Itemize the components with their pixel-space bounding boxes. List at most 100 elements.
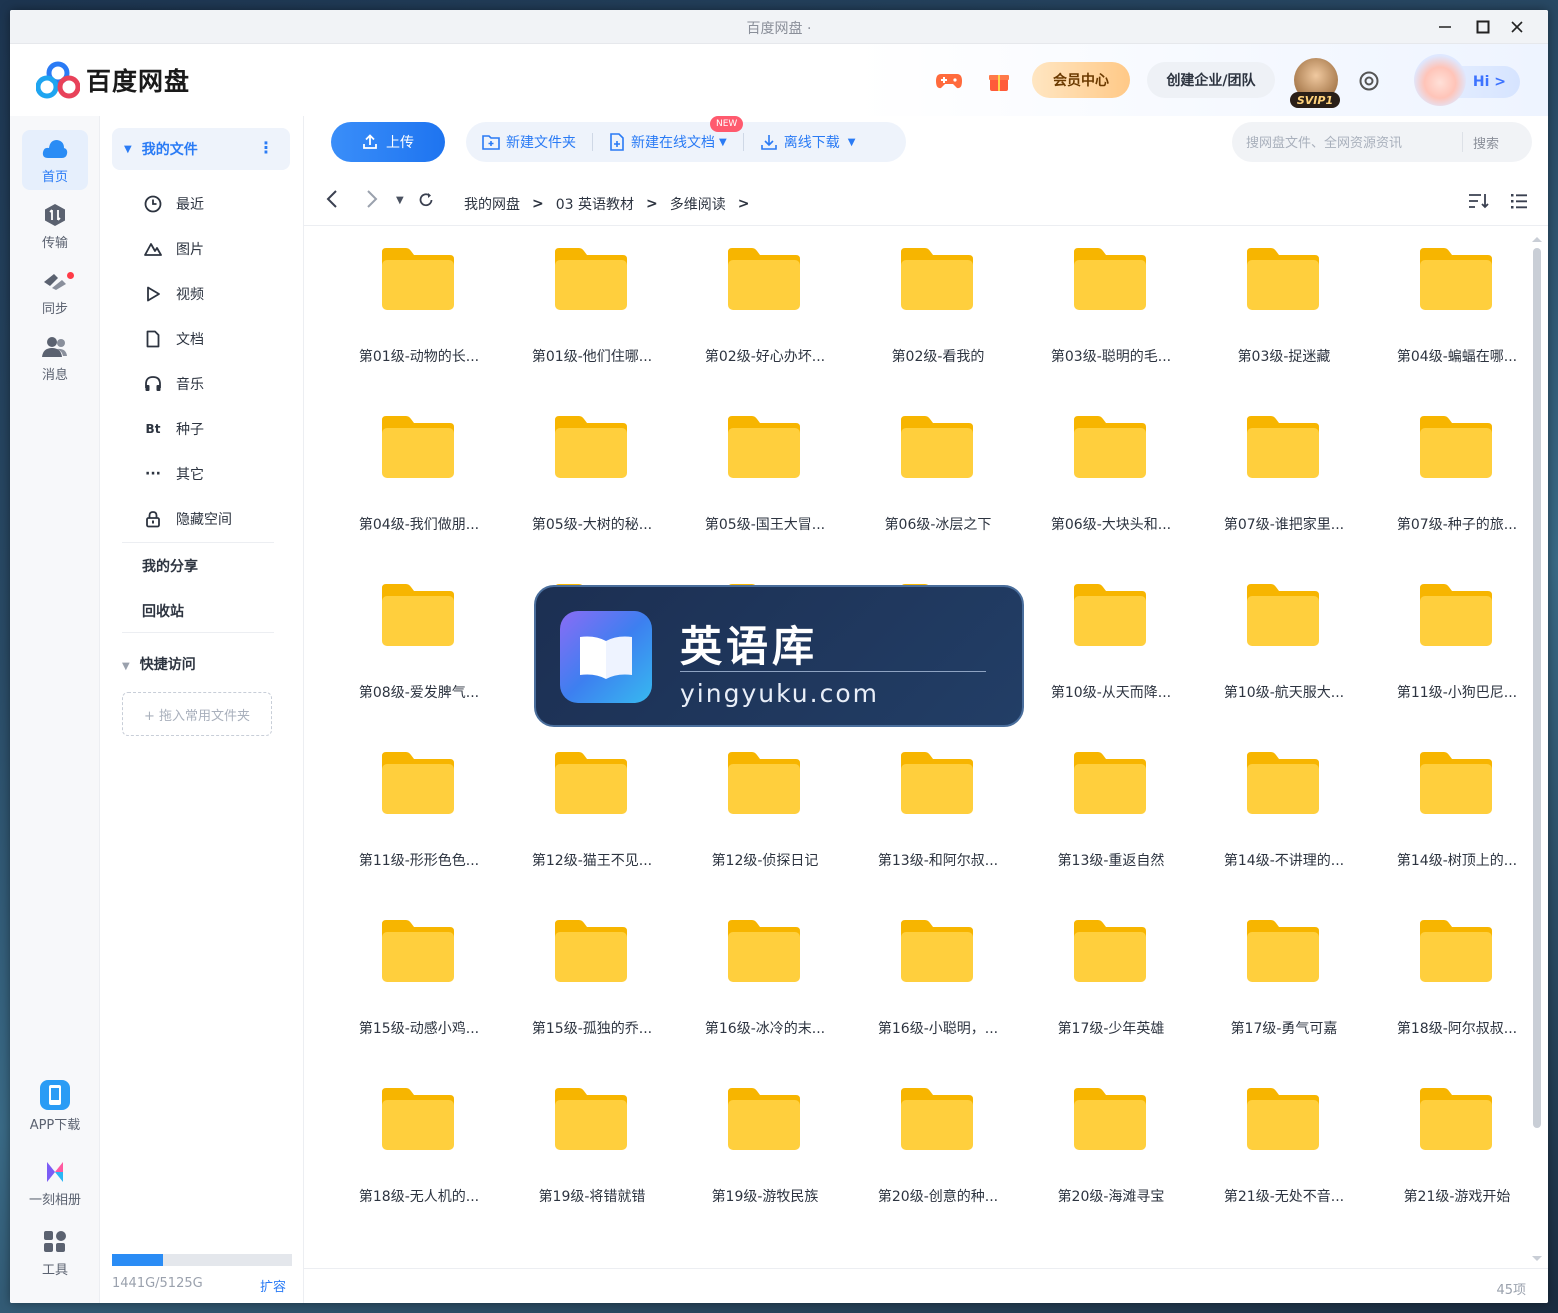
folder-item[interactable]: 第03级-聪明的毛... [1032,246,1205,414]
folder-name: 第14级-不讲理的... [1223,853,1345,869]
breadcrumb-chevron-icon[interactable]: > [738,196,750,212]
folder-item[interactable]: 第19级-游牧民族 [686,1086,859,1254]
folder-item[interactable]: 第14级-树顶上的... [1378,750,1548,918]
vip-center-button[interactable]: 会员中心 [1032,62,1130,98]
maximize-button[interactable] [1472,16,1494,38]
scrollbar-thumb[interactable] [1533,248,1541,1128]
sidebar-recycle-bin[interactable]: 回收站 [142,601,184,621]
nav-messages[interactable]: 消息 [22,328,88,388]
folder-icon [1247,416,1319,478]
sidebar-item-music[interactable]: 音乐 [112,364,290,404]
kebab-menu-icon[interactable]: ⋮ [258,138,274,157]
sort-icon[interactable] [1468,192,1490,214]
folder-item[interactable]: 第07级-种子的旅... [1378,414,1548,582]
search-input[interactable] [1232,134,1462,150]
folder-item[interactable]: 第01级-他们住哪... [513,246,686,414]
folder-item[interactable]: 第12级-猫王不见... [513,750,686,918]
folder-item[interactable]: 第06级-冰层之下 [859,414,1032,582]
minimize-button[interactable] [1434,16,1456,38]
folder-item[interactable]: 第02级-看我的 [859,246,1032,414]
sidebar-item-documents[interactable]: 文档 [112,319,290,359]
folder-item[interactable]: 第19级-将错就错 [513,1086,686,1254]
scrollbar[interactable] [1530,234,1544,1264]
folder-item[interactable]: 第15级-动感小鸡... [340,918,513,1086]
quick-access-drop-zone[interactable]: + 拖入常用文件夹 [122,692,272,736]
folder-item[interactable]: 第18级-阿尔叔叔... [1378,918,1548,1086]
sidebar-my-files[interactable]: ▼ 我的文件 ⋮ [112,128,290,170]
folder-item[interactable]: 第17级-少年英雄 [1032,918,1205,1086]
folder-item[interactable]: 第08级-爱发脾气... [340,582,513,750]
folder-item[interactable]: 第13级-重返自然 [1032,750,1205,918]
search-button[interactable]: 搜索 [1462,132,1499,152]
scroll-down-icon[interactable] [1530,1254,1544,1264]
scroll-up-icon[interactable] [1530,234,1544,244]
folder-name: 第17级-少年英雄 [1057,1021,1165,1037]
folder-item[interactable]: 第16级-小聪明，... [859,918,1032,1086]
folder-item[interactable]: 第03级-捉迷藏 [1205,246,1378,414]
refresh-icon[interactable] [418,192,434,213]
folder-item[interactable]: 第15级-孤独的乔... [513,918,686,1086]
nav-sync[interactable]: 同步 [22,262,88,322]
nav-transfer[interactable]: 传输 [22,196,88,256]
folder-item[interactable]: 第02级-好心办坏... [686,246,859,414]
folder-item[interactable]: 第04级-蝙蝠在哪... [1378,246,1548,414]
sidebar-my-share[interactable]: 我的分享 [142,556,198,576]
folder-name: 第18级-阿尔叔叔... [1396,1021,1518,1037]
new-online-doc-button[interactable]: 新建在线文档 ▼ [609,132,727,152]
headphones-icon [145,376,161,391]
sidebar-item-recent[interactable]: 最近 [112,184,290,224]
folder-item[interactable]: 第13级-和阿尔叔... [859,750,1032,918]
folder-item[interactable]: 第20级-海滩寻宝 [1032,1086,1205,1254]
breadcrumb-item[interactable]: 多维阅读 [670,194,726,214]
close-button[interactable] [1506,16,1528,38]
new-folder-button[interactable]: 新建文件夹 [482,132,576,152]
folder-item[interactable]: 第10级-航天服大... [1205,582,1378,750]
folder-name: 第02级-看我的 [891,349,985,365]
folder-item[interactable]: 第06级-大块头和... [1032,414,1205,582]
expand-storage-link[interactable]: 扩容 [260,1276,286,1295]
back-arrow-icon[interactable] [326,190,338,213]
folder-item[interactable]: 第10级-从天而降... [1032,582,1205,750]
folder-item[interactable]: 第16级-冰冷的末... [686,918,859,1086]
nav-home[interactable]: 首页 [22,130,88,190]
folder-icon [728,752,800,814]
sidebar-item-videos[interactable]: 视频 [112,274,290,314]
folder-item[interactable]: 第04级-我们做朋... [340,414,513,582]
sidebar-item-label: 图片 [176,242,204,258]
logo[interactable]: 百度网盘 [36,60,190,100]
folder-item[interactable]: 第07级-谁把家里... [1205,414,1378,582]
folder-item[interactable]: 第17级-勇气可嘉 [1205,918,1378,1086]
folder-item[interactable]: 第05级-国王大冒... [686,414,859,582]
sidebar-quick-access[interactable]: ▼ 快捷访问 [122,654,196,674]
folder-item[interactable]: 第12级-侦探日记 [686,750,859,918]
nav-album[interactable]: 一刻相册 [22,1152,88,1214]
create-team-button[interactable]: 创建企业/团队 [1147,62,1275,98]
watermark-logo [560,611,652,703]
folder-item[interactable]: 第05级-大树的秘... [513,414,686,582]
breadcrumb-item[interactable]: 我的网盘 [464,194,520,214]
forward-arrow-icon[interactable] [366,190,378,213]
sidebar-item-other[interactable]: ··· 其它 [112,454,290,494]
folder-item[interactable]: 第11级-形形色色... [340,750,513,918]
folder-item[interactable]: 第20级-创意的种... [859,1086,1032,1254]
folder-item[interactable]: 第14级-不讲理的... [1205,750,1378,918]
folder-item[interactable]: 第21级-游戏开始 [1378,1086,1548,1254]
game-button[interactable] [932,64,966,98]
list-view-icon[interactable] [1510,192,1528,214]
settings-button[interactable] [1352,64,1386,98]
sidebar-item-hidden-space[interactable]: 隐藏空间 [112,499,290,539]
offline-download-button[interactable]: 离线下载 ▼ [760,132,855,152]
sidebar-item-images[interactable]: 图片 [112,229,290,269]
folder-item[interactable]: 第21级-无处不音... [1205,1086,1378,1254]
history-dropdown-icon[interactable]: ▼ [396,195,404,206]
folder-item[interactable]: 第11级-小狗巴尼... [1378,582,1548,750]
folder-item[interactable]: 第01级-动物的长... [340,246,513,414]
folder-item[interactable]: 第18级-无人机的... [340,1086,513,1254]
upload-button[interactable]: 上传 [331,122,445,162]
breadcrumb-item[interactable]: 03 英语教材 [556,194,634,214]
nav-app-download[interactable]: APP下载 [22,1072,88,1140]
folder-icon [1420,584,1492,646]
nav-tools[interactable]: 工具 [22,1222,88,1284]
gift-button[interactable] [982,64,1016,98]
sidebar-item-torrents[interactable]: Bt 种子 [112,409,290,449]
